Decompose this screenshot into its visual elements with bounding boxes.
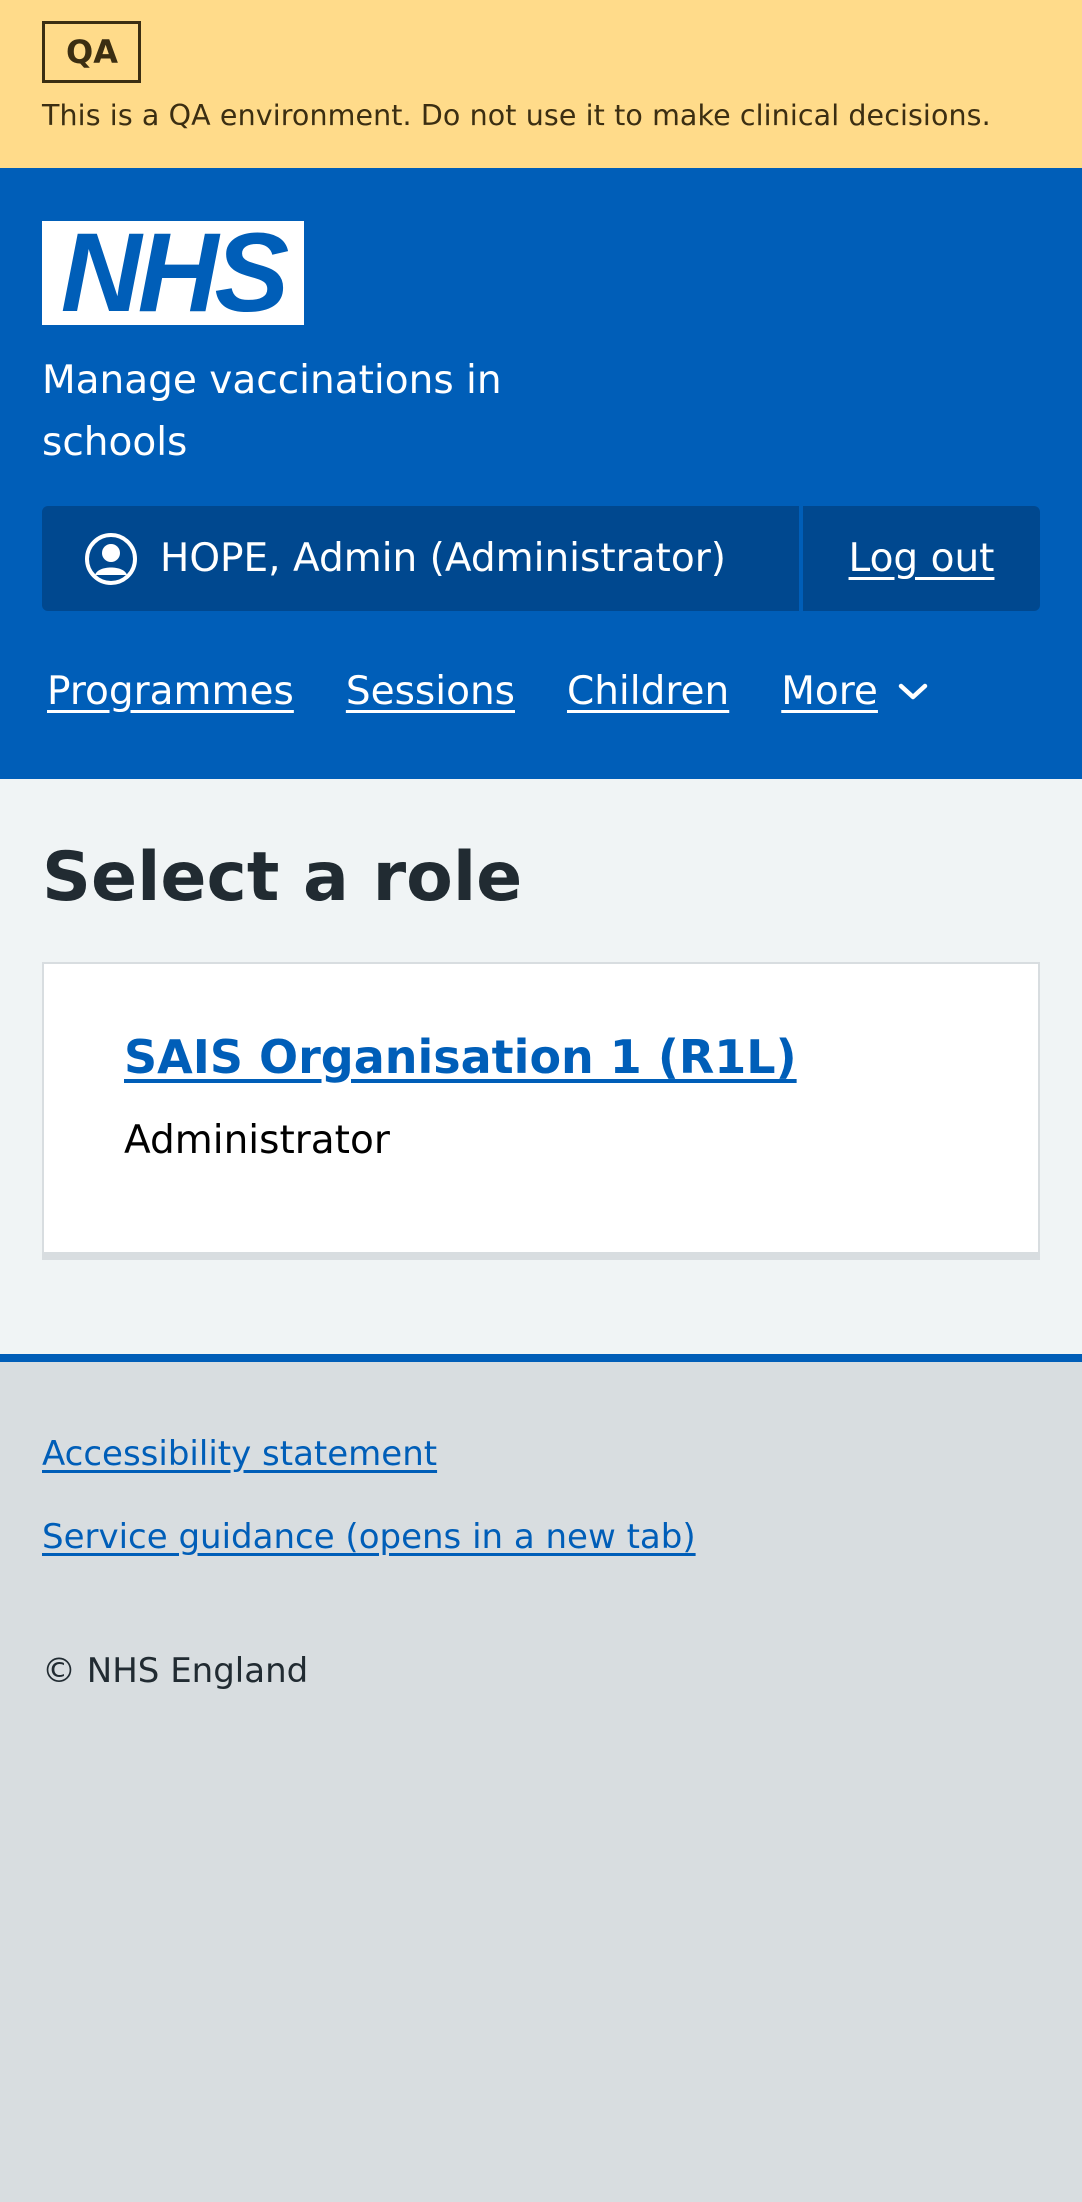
- nav-item-sessions[interactable]: Sessions: [346, 669, 515, 714]
- primary-navigation: Programmes Sessions Children More: [42, 669, 1040, 714]
- user-circle-icon: [84, 532, 138, 586]
- account-bar: HOPE, Admin (Administrator) Log out: [42, 506, 1040, 611]
- nav-more-button[interactable]: More: [781, 669, 928, 714]
- service-name[interactable]: Manage vaccinations in schools: [42, 350, 562, 474]
- footer-link-service-guidance[interactable]: Service guidance (opens in a new tab): [42, 1517, 1040, 1557]
- role-card: SAIS Organisation 1 (R1L) Administrator: [42, 962, 1040, 1260]
- site-header: NHS Manage vaccinations in schools HOPE,…: [0, 168, 1082, 779]
- main-content: Select a role SAIS Organisation 1 (R1L) …: [0, 779, 1082, 1354]
- environment-message: This is a QA environment. Do not use it …: [42, 99, 991, 132]
- chevron-down-icon: [898, 683, 928, 699]
- organisation-link[interactable]: SAIS Organisation 1 (R1L): [124, 1030, 797, 1084]
- site-footer: Accessibility statement Service guidance…: [0, 1354, 1082, 1691]
- copyright: © NHS England: [42, 1651, 309, 1691]
- nhs-logo[interactable]: NHS: [42, 221, 304, 325]
- page-title: Select a role: [42, 838, 523, 917]
- role-label: Administrator: [124, 1118, 390, 1163]
- account-user-label: HOPE, Admin (Administrator): [160, 536, 726, 581]
- environment-banner: QA This is a QA environment. Do not use …: [0, 0, 1082, 168]
- environment-tag: QA: [42, 21, 141, 83]
- nav-more-label: More: [781, 669, 878, 714]
- nav-item-programmes[interactable]: Programmes: [47, 669, 294, 714]
- logout-button[interactable]: Log out: [803, 506, 1040, 611]
- nhs-logo-text: NHS: [61, 221, 289, 325]
- account-user: HOPE, Admin (Administrator): [42, 506, 799, 611]
- nav-item-children[interactable]: Children: [567, 669, 729, 714]
- nhs-logo-icon: NHS: [42, 221, 304, 325]
- footer-link-accessibility[interactable]: Accessibility statement: [42, 1434, 1040, 1474]
